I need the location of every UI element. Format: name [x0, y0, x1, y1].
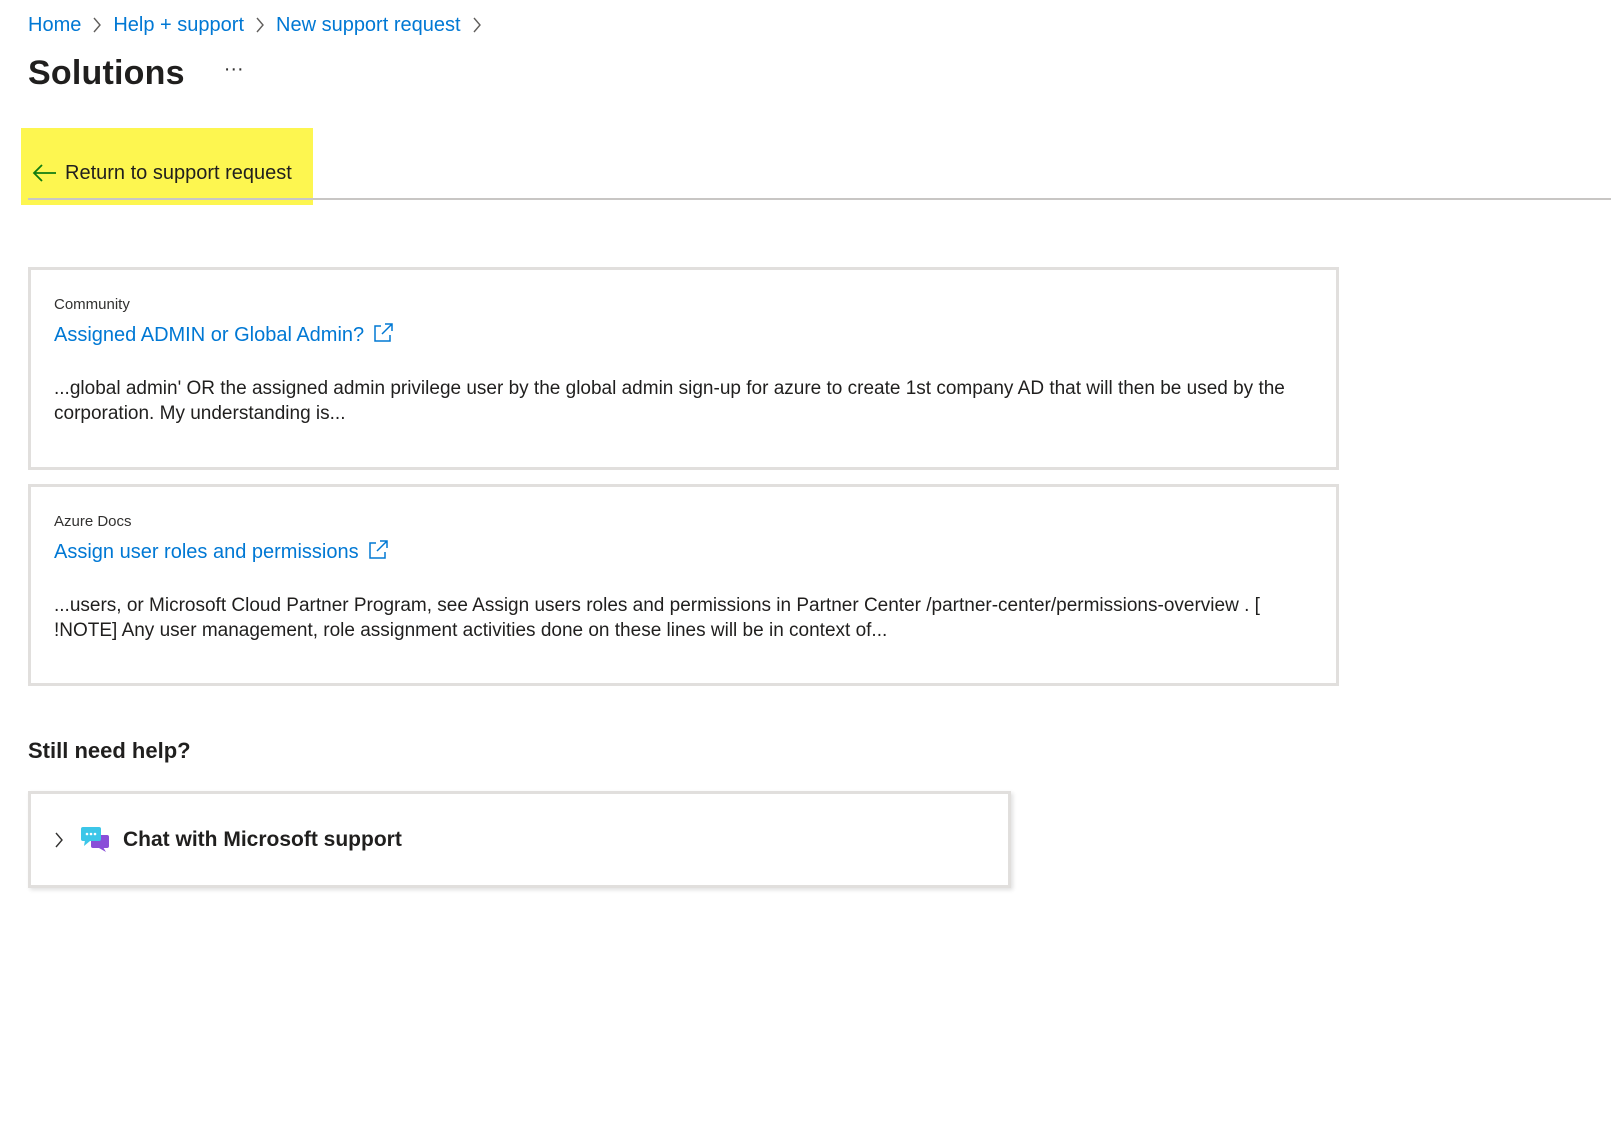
solution-link[interactable]: Assigned ADMIN or Global Admin?	[54, 322, 394, 347]
arrow-left-icon	[31, 161, 59, 185]
solution-source: Community	[54, 296, 130, 313]
solution-card: Community Assigned ADMIN or Global Admin…	[28, 267, 1339, 470]
breadcrumb-home[interactable]: Home	[28, 14, 81, 37]
title-row: Solutions ···	[28, 48, 249, 98]
solution-source: Azure Docs	[54, 513, 132, 530]
chevron-right-icon	[244, 10, 276, 40]
solution-link[interactable]: Assign user roles and permissions	[54, 539, 389, 564]
breadcrumb-help-support[interactable]: Help + support	[113, 14, 244, 37]
divider	[28, 198, 1611, 200]
breadcrumb-new-support-request[interactable]: New support request	[276, 14, 461, 37]
page-title: Solutions	[28, 53, 185, 92]
solution-title: Assign user roles and permissions	[54, 541, 359, 563]
chat-with-support-expander[interactable]: Chat with Microsoft support	[28, 791, 1011, 888]
solutions-page: Home Help + support New support request …	[0, 0, 1611, 1144]
chevron-right-icon	[81, 10, 113, 40]
solution-title: Assigned ADMIN or Global Admin?	[54, 324, 365, 346]
return-to-support-request-link[interactable]: Return to support request	[31, 156, 292, 190]
chat-bubbles-icon	[79, 825, 111, 855]
external-link-icon	[372, 322, 394, 344]
solution-snippet: ...global admin' OR the assigned admin p…	[54, 378, 1285, 424]
return-link-label: Return to support request	[65, 161, 292, 184]
more-options-button[interactable]: ···	[219, 58, 249, 88]
chat-with-support-label: Chat with Microsoft support	[123, 827, 402, 851]
still-need-help-heading: Still need help?	[28, 738, 191, 763]
chevron-right-icon	[51, 830, 67, 850]
solution-card: Azure Docs Assign user roles and permiss…	[28, 484, 1339, 686]
breadcrumb: Home Help + support New support request	[28, 10, 493, 40]
external-link-icon	[367, 539, 389, 561]
solution-snippet: ...users, or Microsoft Cloud Partner Pro…	[54, 595, 1260, 641]
chevron-right-icon	[461, 10, 493, 40]
